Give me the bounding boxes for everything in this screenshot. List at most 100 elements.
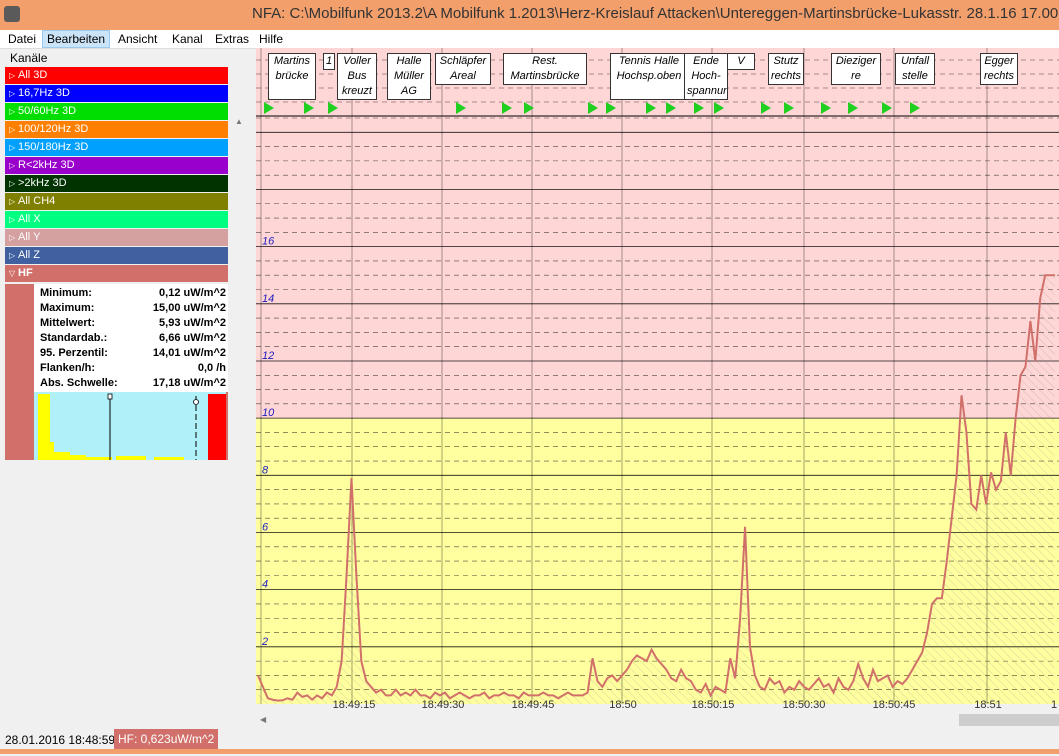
channel-item[interactable]: ▷ >2kHz 3D bbox=[5, 175, 228, 192]
hf-time-chart[interactable]: 24681012141618:49:15 18:49:30 18:49:45 18:5… bbox=[256, 48, 1059, 712]
stat-row: Abs. Schwelle: 17,18 uW/m^2 bbox=[40, 377, 226, 392]
event-label[interactable]: Stutz rechts bbox=[768, 53, 804, 85]
channel-label: >2kHz 3D bbox=[18, 177, 67, 189]
channel-label: All CH4 bbox=[18, 195, 56, 207]
channel-label: All 3D bbox=[18, 69, 48, 81]
y-tick-label: 8 bbox=[262, 464, 269, 476]
menu-ansicht[interactable]: Ansicht bbox=[114, 31, 161, 47]
scroll-left-icon[interactable]: ◀ bbox=[260, 715, 266, 724]
menu-hilfe[interactable]: Hilfe bbox=[255, 31, 287, 47]
expand-right-icon[interactable]: ▷ bbox=[9, 121, 18, 138]
channel-item[interactable]: ▷ R<2kHz 3D bbox=[5, 157, 228, 174]
channel-item[interactable]: ▷ All 3D bbox=[5, 67, 228, 84]
event-label[interactable]: Egger rechts bbox=[980, 53, 1018, 85]
event-label[interactable]: Dieziger re bbox=[831, 53, 881, 85]
menu-kanal[interactable]: Kanal bbox=[168, 31, 207, 47]
expand-right-icon[interactable]: ▷ bbox=[9, 85, 18, 102]
chart-scrollbar[interactable]: ◀ bbox=[256, 712, 1059, 728]
histogram-bar bbox=[70, 455, 86, 460]
histogram-percentile-handle[interactable] bbox=[193, 399, 199, 405]
expand-right-icon[interactable]: ▷ bbox=[9, 193, 18, 210]
histogram-mean-handle[interactable] bbox=[107, 393, 113, 400]
scrollbar-thumb[interactable] bbox=[959, 714, 1059, 726]
channel-item[interactable]: ▷ All CH4 bbox=[5, 193, 228, 210]
stat-value: 0,0 /h bbox=[197, 362, 226, 374]
status-datetime: 28.01.2016 18:48:59 bbox=[5, 733, 116, 747]
histogram-bar bbox=[154, 457, 184, 460]
channel-item[interactable]: ▷ 16,7Hz 3D bbox=[5, 85, 228, 102]
taskbar-strip bbox=[0, 749, 1059, 754]
event-label[interactable]: V 40 bbox=[727, 53, 755, 70]
channel-label: 100/120Hz 3D bbox=[18, 123, 89, 135]
expand-right-icon[interactable]: ▷ bbox=[9, 139, 18, 156]
expand-down-icon[interactable]: ▽ bbox=[9, 265, 18, 282]
stat-label: Maximum: bbox=[40, 302, 95, 314]
channels-header: Kanäle bbox=[10, 51, 48, 65]
stat-value: 17,18 uW/m^2 bbox=[152, 377, 226, 389]
window-title: NFA: C:\Mobilfunk 2013.2\A Mobilfunk 1.2… bbox=[252, 5, 1059, 22]
y-tick-label: 12 bbox=[262, 350, 274, 362]
expand-right-icon[interactable]: ▷ bbox=[9, 67, 18, 84]
stat-value: 15,00 uW/m^2 bbox=[152, 302, 226, 314]
event-label[interactable]: Rest. Martinsbrücke bbox=[503, 53, 587, 85]
y-tick-label: 2 bbox=[261, 636, 268, 648]
event-label[interactable]: Voller Bus kreuzt bbox=[337, 53, 377, 100]
event-label[interactable]: Ende Hoch- spannung bbox=[684, 53, 728, 100]
menu-datei[interactable]: Datei bbox=[4, 31, 40, 47]
status-value: HF: 0,623uW/m^2 bbox=[114, 729, 218, 749]
y-tick-label: 14 bbox=[262, 293, 274, 305]
histogram-bar bbox=[86, 457, 112, 460]
event-label[interactable]: 1 bbox=[323, 53, 335, 70]
histogram-threshold-bar bbox=[208, 394, 226, 460]
channel-label: All Y bbox=[18, 231, 41, 243]
scroll-up-icon[interactable]: ▲ bbox=[235, 117, 243, 126]
channel-item[interactable]: ▷ 150/180Hz 3D bbox=[5, 139, 228, 156]
menu-bearbeiten[interactable]: Bearbeiten bbox=[42, 30, 111, 48]
stat-label: 95. Perzentil: bbox=[40, 347, 108, 359]
stat-row: Minimum: 0,12 uW/m^2 bbox=[40, 287, 226, 302]
channel-item[interactable]: ▷ All Z bbox=[5, 247, 228, 264]
y-tick-label: 16 bbox=[262, 236, 275, 248]
stat-row: Mittelwert: 5,93 uW/m^2 bbox=[40, 317, 226, 332]
histogram-bar bbox=[116, 456, 146, 460]
stat-row: 95. Perzentil: 14,01 uW/m^2 bbox=[40, 347, 226, 362]
histogram-bar bbox=[54, 452, 70, 460]
event-label[interactable]: Halle Müller AG bbox=[387, 53, 431, 100]
expand-right-icon[interactable]: ▷ bbox=[9, 175, 18, 192]
threshold-zone bbox=[256, 118, 1059, 419]
channel-label: All Z bbox=[18, 249, 40, 261]
channel-panel: Kanäle ▷ All 3D ▷ 16,7Hz 3D ▷ 50/60Hz 3D ▷ 100/… bbox=[0, 49, 249, 756]
event-label[interactable]: Schläpfer Areal bbox=[435, 53, 491, 85]
stat-row: Standardab.: 6,66 uW/m^2 bbox=[40, 332, 226, 347]
channel-item[interactable]: ▷ 50/60Hz 3D bbox=[5, 103, 228, 120]
y-tick-label: 4 bbox=[262, 579, 268, 591]
event-label[interactable]: Martins brücke bbox=[268, 53, 316, 100]
histogram-svg bbox=[34, 392, 226, 460]
channel-label: R<2kHz 3D bbox=[18, 159, 75, 171]
histogram-bar bbox=[50, 442, 54, 460]
stat-label: Flanken/h: bbox=[40, 362, 96, 374]
channel-item[interactable]: ▷ 100/120Hz 3D bbox=[5, 121, 228, 138]
chart-area[interactable]: 2 4 6 8 10 12 14 16 18:49:15 18:49:30 18:49:45 18:5… bbox=[256, 48, 1059, 712]
stat-value: 14,01 uW/m^2 bbox=[152, 347, 226, 359]
expand-right-icon[interactable]: ▷ bbox=[9, 103, 18, 120]
expand-right-icon[interactable]: ▷ bbox=[9, 247, 18, 264]
app-icon[interactable] bbox=[4, 6, 20, 22]
stats-table: Minimum: 0,12 uW/m^2 Maximum: 15,00 uW/m^2 M… bbox=[34, 284, 228, 392]
event-label[interactable]: Tennis Halle Hochsp.oben bbox=[610, 53, 688, 100]
channel-label: 50/60Hz 3D bbox=[18, 105, 77, 117]
event-label[interactable]: Unfall stelle bbox=[895, 53, 935, 85]
expand-right-icon[interactable]: ▷ bbox=[9, 211, 18, 228]
channel-scrollbar[interactable]: ▲ ▼ bbox=[231, 116, 247, 756]
channel-label: 150/180Hz 3D bbox=[18, 141, 89, 153]
y-tick-label: 6 bbox=[262, 521, 269, 533]
expand-right-icon[interactable]: ▷ bbox=[9, 157, 18, 174]
stat-row: Maximum: 15,00 uW/m^2 bbox=[40, 302, 226, 317]
stat-label: Abs. Schwelle: bbox=[40, 377, 118, 389]
channel-item[interactable]: ▷ All X bbox=[5, 211, 228, 228]
channel-item[interactable]: ▷ All Y bbox=[5, 229, 228, 246]
expand-right-icon[interactable]: ▷ bbox=[9, 229, 18, 246]
channel-item[interactable]: ▽ HF bbox=[5, 265, 228, 282]
menu-extras[interactable]: Extras bbox=[211, 31, 253, 47]
stat-value: 5,93 uW/m^2 bbox=[159, 317, 226, 329]
